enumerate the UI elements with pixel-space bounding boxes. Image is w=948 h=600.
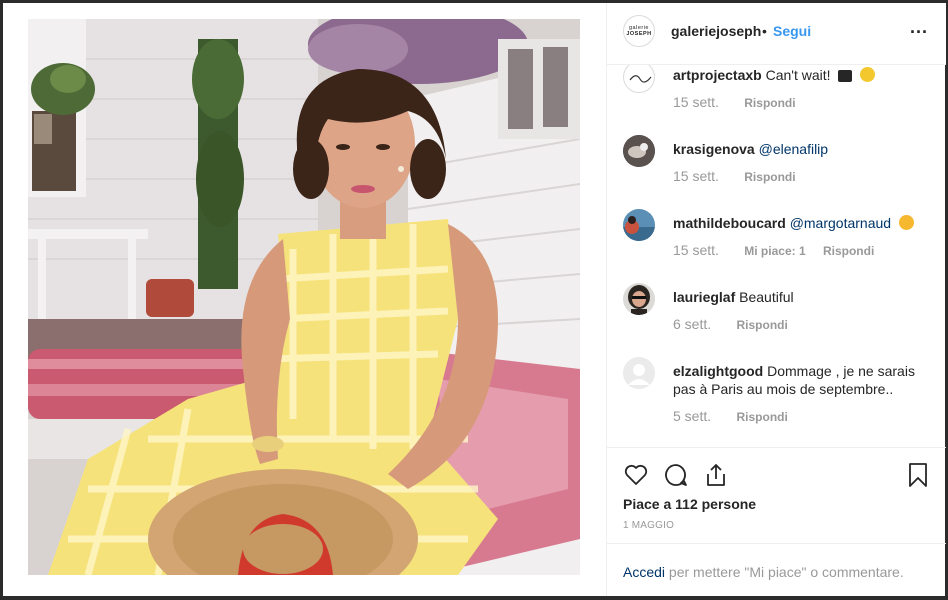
comment-body: Beautiful (739, 289, 794, 305)
post-date[interactable]: 1 MAGGIO (623, 520, 674, 531)
default-user-icon (623, 357, 655, 389)
comment-item: elzalightgood Dommage , je ne sarais pas… (607, 357, 946, 447)
post-actions: Piace a 112 persone 1 MAGGIO (607, 447, 946, 543)
comment-username[interactable]: mathildeboucard (673, 215, 786, 231)
comment-item: artprojectaxb Can't wait! 15 sett. Rispo… (607, 65, 946, 135)
comment-meta: 15 sett. Rispondi (673, 168, 810, 184)
comment-item: mathildeboucard @margotarnaud 15 sett. M… (607, 209, 946, 283)
reply-button[interactable]: Rispondi (736, 410, 787, 424)
bee-emoji-icon (860, 67, 876, 82)
reply-button[interactable]: Rispondi (744, 96, 795, 110)
logo-text-bottom: JOSEPH (626, 31, 652, 37)
comment-avatar[interactable] (623, 65, 655, 93)
reply-button[interactable]: Rispondi (823, 244, 874, 258)
comment-avatar[interactable] (623, 135, 655, 167)
comment-age[interactable]: 6 sett. (673, 316, 711, 332)
comment-username[interactable]: krasigenova (673, 141, 755, 157)
comment-avatar[interactable] (623, 357, 655, 389)
comment-mention[interactable]: @margotarnaud (790, 215, 891, 231)
more-options-icon[interactable]: ... (910, 17, 928, 38)
reply-button[interactable]: Rispondi (736, 318, 787, 332)
heart-emoji-icon (838, 70, 853, 82)
post-photo-illustration (28, 19, 580, 575)
comments-list[interactable]: artprojectaxb Can't wait! 15 sett. Rispo… (607, 65, 946, 447)
signature-avatar-icon (629, 75, 652, 83)
post-side-panel: galerie JOSEPH galeriejoseph • Segui ...… (606, 3, 946, 596)
login-prompt-rest: per mettere "Mi piace" o commentare. (665, 564, 904, 580)
user-photo-avatar (623, 209, 655, 241)
comment-item: krasigenova @elenafilip 15 sett. Rispond… (607, 135, 946, 209)
comment-mention[interactable]: @elenafilip (759, 141, 828, 157)
follow-button[interactable]: Segui (773, 23, 811, 39)
user-photo-avatar (623, 135, 655, 167)
profile-username[interactable]: galeriejoseph (671, 23, 761, 39)
share-icon[interactable] (703, 462, 729, 488)
comment-text: laurieglaf Beautiful (673, 288, 935, 306)
comment-username[interactable]: laurieglaf (673, 289, 735, 305)
post-photo[interactable] (28, 19, 580, 575)
comment-avatar[interactable] (623, 283, 655, 315)
comment-age[interactable]: 15 sett. (673, 242, 719, 258)
bookmark-icon[interactable] (905, 462, 931, 488)
comment-meta: 15 sett. Rispondi (673, 94, 810, 110)
comment-age[interactable]: 15 sett. (673, 168, 719, 184)
login-prompt-text: Accedi per mettere "Mi piace" o commenta… (623, 564, 904, 580)
comment-text: elzalightgood Dommage , je ne sarais pas… (673, 362, 935, 398)
comment-age[interactable]: 15 sett. (673, 94, 719, 110)
comment-body: Can't wait! (765, 67, 831, 83)
heart-icon[interactable] (623, 462, 649, 488)
comment-like-count[interactable]: Mi piace: 1 (744, 244, 805, 258)
comment-text: krasigenova @elenafilip (673, 140, 935, 158)
likes-count[interactable]: Piace a 112 persone (623, 496, 756, 512)
comment-text: artprojectaxb Can't wait! (673, 66, 935, 84)
comment-age[interactable]: 5 sett. (673, 408, 711, 424)
profile-avatar[interactable]: galerie JOSEPH (623, 15, 655, 47)
comment-icon[interactable] (663, 462, 689, 488)
comment-meta: 15 sett. Mi piace: 1 Rispondi (673, 242, 888, 258)
comment-username[interactable]: artprojectaxb (673, 67, 762, 83)
header-separator: • (762, 23, 767, 39)
reply-button[interactable]: Rispondi (744, 170, 795, 184)
post-media-area (3, 3, 606, 596)
user-photo-avatar (623, 283, 655, 315)
comment-meta: 6 sett. Rispondi (673, 316, 802, 332)
star-eyes-emoji-icon (898, 215, 914, 230)
comment-text: mathildeboucard @margotarnaud (673, 214, 935, 232)
post-header: galerie JOSEPH galeriejoseph • Segui ... (607, 3, 946, 65)
comment-username[interactable]: elzalightgood (673, 363, 763, 379)
comment-meta: 5 sett. Rispondi (673, 408, 802, 424)
comment-item: laurieglaf Beautiful 6 sett. Rispondi (607, 283, 946, 357)
comment-avatar[interactable] (623, 209, 655, 241)
login-link[interactable]: Accedi (623, 564, 665, 580)
login-prompt: Accedi per mettere "Mi piace" o commenta… (607, 543, 946, 596)
